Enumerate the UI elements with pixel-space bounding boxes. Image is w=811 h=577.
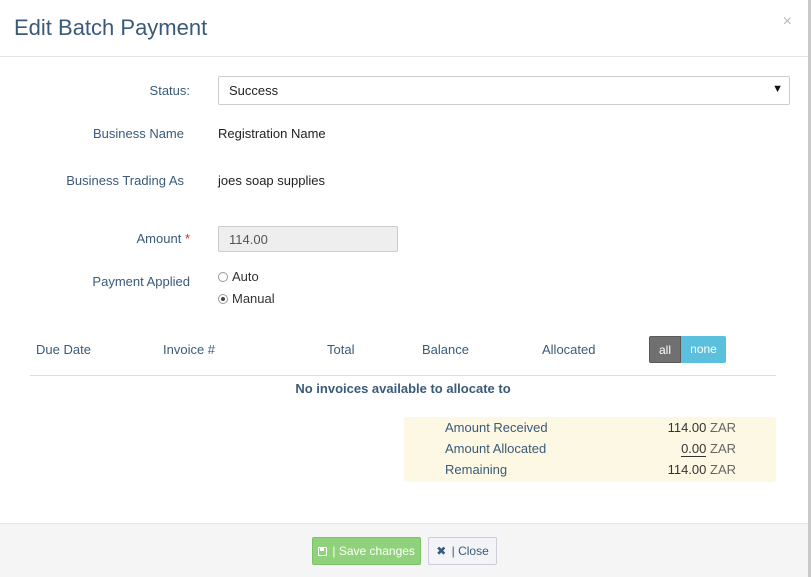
amount-label-text: Amount	[136, 231, 182, 246]
modal-title: Edit Batch Payment	[14, 15, 208, 40]
required-marker: *	[184, 231, 190, 246]
amount-allocated-currency: ZAR	[710, 441, 736, 456]
floppy-disk-icon	[318, 547, 328, 556]
save-changes-label: | Save changes	[332, 544, 415, 558]
business-name-value: Registration Name	[218, 126, 326, 141]
amount-allocated-number: 0.00	[681, 441, 707, 457]
status-label: Status:	[149, 83, 190, 98]
payment-option-manual[interactable]: Manual	[218, 291, 275, 306]
remaining-value: 114.00 ZAR	[668, 462, 736, 477]
close-icon[interactable]: ×	[783, 13, 792, 31]
status-select[interactable]: Success ▼	[218, 76, 790, 105]
col-due-date: Due Date	[36, 342, 91, 357]
trading-as-label: Business Trading As	[66, 173, 184, 188]
payment-option-manual-label: Manual	[232, 291, 275, 306]
modal-footer: | Save changes ✖ | Close	[0, 523, 808, 577]
remaining-number: 114.00	[667, 462, 707, 477]
radio-manual[interactable]	[218, 293, 228, 304]
toggle-none-button[interactable]: none	[681, 336, 726, 363]
amount-allocated-label: Amount Allocated	[445, 441, 547, 456]
col-invoice-number: Invoice #	[163, 342, 216, 357]
status-select-value: Success	[229, 83, 279, 98]
close-button[interactable]: ✖ | Close	[428, 537, 497, 565]
business-name-label: Business Name	[92, 126, 184, 141]
trading-as-value: joes soap supplies	[218, 173, 325, 188]
allocation-summary: Amount Received 114.00 ZAR Amount Alloca…	[404, 417, 776, 482]
col-balance: Balance	[422, 342, 469, 357]
payment-option-auto-label: Auto	[232, 269, 259, 284]
radio-auto[interactable]	[218, 271, 228, 282]
col-total: Total	[327, 342, 355, 357]
amount-allocated-value: 0.00 ZAR	[681, 441, 736, 457]
amount-received-label: Amount Received	[445, 420, 548, 435]
edit-batch-payment-modal: Edit Batch Payment × Status: Success ▼ B…	[0, 0, 811, 577]
payment-option-auto[interactable]: Auto	[218, 269, 259, 284]
modal-header: Edit Batch Payment ×	[0, 0, 808, 57]
amount-received-number: 114.00	[667, 420, 707, 435]
empty-table-message: No invoices available to allocate to	[295, 381, 511, 396]
table-divider	[30, 375, 776, 376]
amount-received-currency: ZAR	[710, 420, 736, 435]
amount-received-value: 114.00 ZAR	[668, 420, 736, 435]
amount-label: Amount *	[0, 231, 191, 246]
col-allocated: Allocated	[542, 342, 596, 357]
save-changes-button[interactable]: | Save changes	[312, 537, 421, 565]
payment-applied-label: Payment Applied	[92, 274, 190, 289]
caret-down-icon: ▼	[772, 83, 783, 95]
toggle-all-button[interactable]: all	[649, 336, 681, 363]
allocate-toggle: all none	[649, 336, 726, 363]
close-button-label: | Close	[451, 544, 489, 558]
remaining-currency: ZAR	[710, 462, 736, 477]
amount-input[interactable]: 114.00	[218, 226, 398, 252]
remaining-label: Remaining	[445, 462, 508, 477]
x-icon: ✖	[436, 544, 447, 558]
